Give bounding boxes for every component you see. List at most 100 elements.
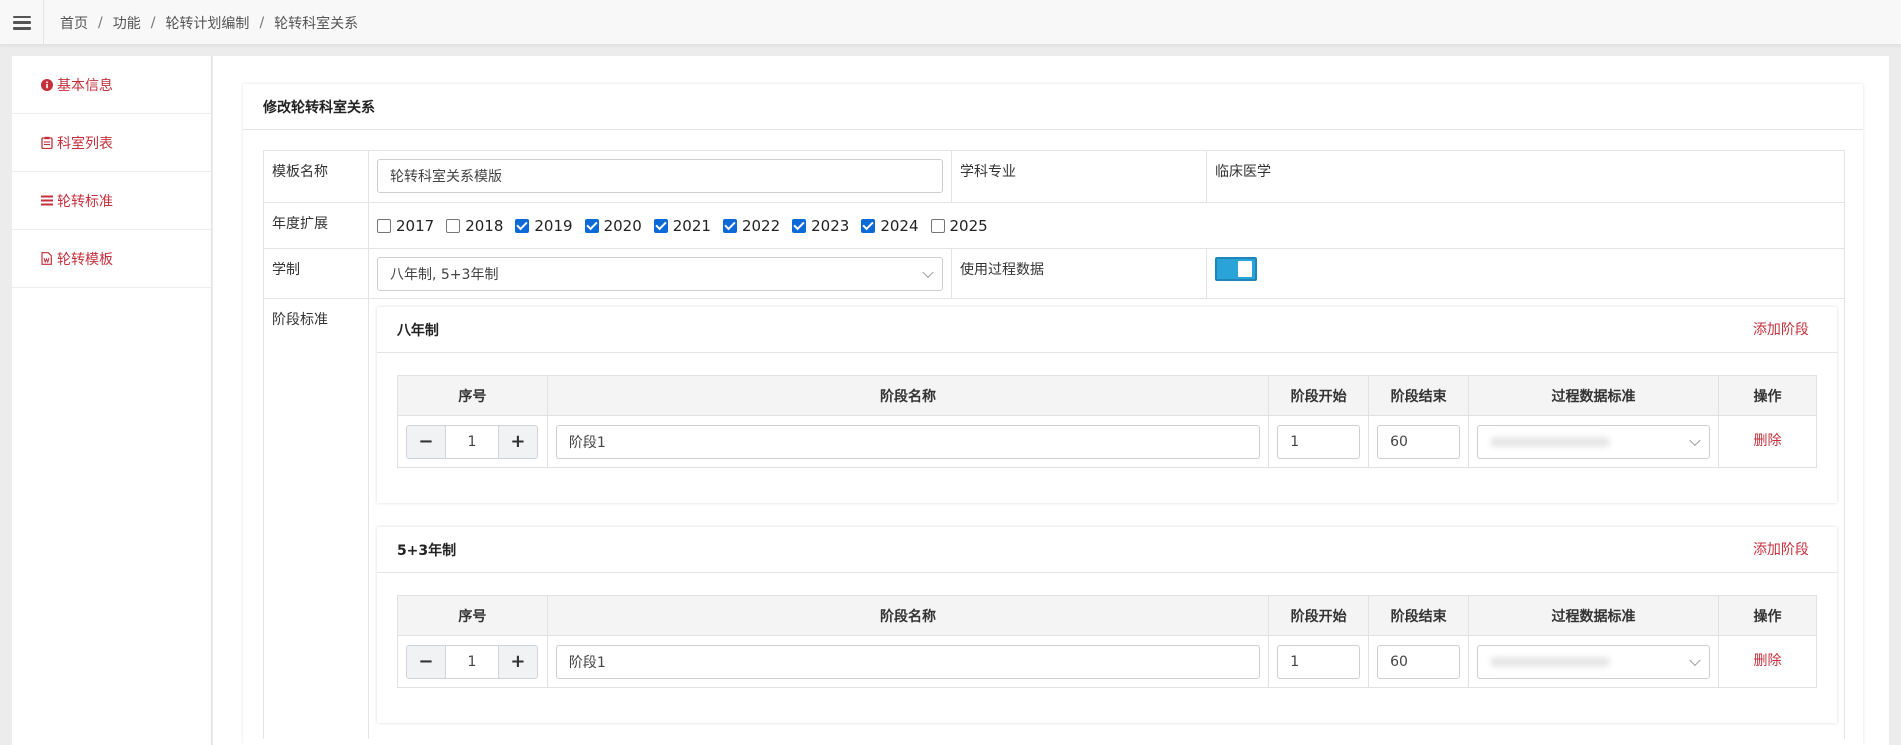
breadcrumb-home[interactable]: 首页 <box>60 13 88 33</box>
decrement-button[interactable]: − <box>405 424 446 459</box>
checkbox-checked-icon[interactable] <box>584 218 599 233</box>
main-content: 修改轮转科室关系 模板名称 轮转科室关系模版 学科专业 临床医学 年度扩展 20… <box>213 56 1889 745</box>
chevron-down-icon <box>1689 434 1701 446</box>
info-icon <box>40 78 53 91</box>
year-checkbox-2021[interactable]: 2021 <box>653 216 711 235</box>
year-checkbox-label: 2022 <box>741 216 781 235</box>
stage-standard-label: 阶段标准 <box>264 299 369 739</box>
stage-name-input[interactable]: 阶段1 <box>555 424 1261 459</box>
sequence-value[interactable]: 1 <box>445 424 498 459</box>
clipboard-icon <box>40 136 53 149</box>
year-checkbox-2019[interactable]: 2019 <box>515 217 573 235</box>
checkbox-unchecked-icon[interactable] <box>930 218 945 233</box>
column-header: 阶段开始 <box>1268 595 1370 636</box>
year-checkbox-2020[interactable]: 2020 <box>584 216 642 235</box>
table-row: − 1 + 阶段1 1 60 删除 <box>396 635 1817 688</box>
year-checkbox-label: 2021 <box>672 216 711 235</box>
template-name-input[interactable]: 轮转科室关系模版 <box>377 159 943 193</box>
stage-title: 八年制 <box>376 307 1837 353</box>
increment-button[interactable]: + <box>497 424 538 459</box>
year-checkbox-group: 2017 2018 2019 2020 2021 2022 2023 2024 2025 <box>377 203 1000 248</box>
breadcrumb-separator: / <box>150 14 156 31</box>
process-data-label: 使用过程数据 <box>952 249 1207 298</box>
checkbox-checked-icon[interactable] <box>722 218 737 233</box>
year-checkbox-label: 2017 <box>396 216 435 235</box>
column-header: 过程数据标准 <box>1468 375 1719 416</box>
sequence-stepper: − 1 + <box>405 424 538 459</box>
list-icon <box>40 194 53 207</box>
year-checkbox-label: 2020 <box>603 216 642 235</box>
breadcrumb-separator: / <box>98 14 103 31</box>
chevron-down-icon <box>1689 654 1701 666</box>
checkbox-checked-icon[interactable] <box>515 218 530 233</box>
breadcrumb-plan[interactable]: 轮转计划编制 <box>165 13 249 33</box>
stage-table: 序号 阶段名称 阶段开始 阶段结束 过程数据标准 操作 − 1 + 阶段1 1 … <box>396 595 1817 688</box>
template-name-label: 模板名称 <box>264 151 369 202</box>
sidebar-item-label: 轮转标准 <box>57 193 113 210</box>
column-header: 序号 <box>396 595 548 636</box>
column-header: 操作 <box>1717 375 1817 416</box>
hamburger-menu-icon[interactable] <box>0 0 44 45</box>
breadcrumb: 首页 / 功能 / 轮转计划编制 / 轮转科室关系 <box>60 0 358 45</box>
document-icon <box>40 252 53 265</box>
year-checkbox-label: 2024 <box>880 216 919 235</box>
year-checkbox-2025[interactable]: 2025 <box>930 217 988 235</box>
stage-name-input[interactable]: 阶段1 <box>555 644 1261 679</box>
blurred-value <box>1490 656 1611 667</box>
delete-button[interactable]: 删除 <box>1727 650 1808 670</box>
breadcrumb-current: 轮转科室关系 <box>274 15 359 32</box>
year-checkbox-2024[interactable]: 2024 <box>861 216 919 235</box>
school-system-label: 学制 <box>264 249 369 298</box>
edit-form: 模板名称 轮转科室关系模版 学科专业 临床医学 年度扩展 2017 2018 201… <box>263 150 1845 739</box>
school-system-value: 八年制, 5+3年制 <box>390 267 499 283</box>
stage-start-input[interactable]: 1 <box>1277 424 1361 459</box>
checkbox-unchecked-icon[interactable] <box>377 218 391 233</box>
breadcrumb-function[interactable]: 功能 <box>113 13 141 33</box>
sidebar-item-label: 轮转模板 <box>57 251 113 268</box>
checkbox-checked-icon[interactable] <box>861 218 876 233</box>
sidebar-item-label: 基本信息 <box>57 77 113 94</box>
delete-button[interactable]: 删除 <box>1727 430 1808 450</box>
add-stage-button[interactable]: 添加阶段 <box>1753 539 1809 559</box>
process-standard-select[interactable] <box>1477 424 1710 459</box>
add-stage-button[interactable]: 添加阶段 <box>1753 319 1809 339</box>
year-extension-label: 年度扩展 <box>264 203 369 248</box>
blurred-value <box>1490 436 1611 447</box>
column-header: 过程数据标准 <box>1468 595 1719 636</box>
stage-table: 序号 阶段名称 阶段开始 阶段结束 过程数据标准 操作 − 1 + 阶段1 1 … <box>396 375 1817 468</box>
stage-end-input[interactable]: 60 <box>1377 644 1461 679</box>
table-row: − 1 + 阶段1 1 60 删除 <box>396 415 1817 468</box>
column-header: 操作 <box>1717 595 1817 636</box>
process-data-toggle[interactable] <box>1215 257 1257 281</box>
panel-title: 修改轮转科室关系 <box>243 84 1863 130</box>
checkbox-checked-icon[interactable] <box>653 218 668 233</box>
sidebar: 基本信息 科室列表 轮转标准 轮转模板 <box>12 56 212 745</box>
top-bar: 首页 / 功能 / 轮转计划编制 / 轮转科室关系 <box>0 0 1901 45</box>
year-checkbox-2017[interactable]: 2017 <box>377 217 434 235</box>
breadcrumb-separator: / <box>259 14 265 31</box>
year-checkbox-2022[interactable]: 2022 <box>722 216 781 235</box>
process-standard-select[interactable] <box>1477 644 1710 679</box>
stage-card: 5+3年制 添加阶段 序号 阶段名称 阶段开始 阶段结束 过程数据标准 操作 −… <box>376 527 1837 723</box>
stage-end-input[interactable]: 60 <box>1377 424 1461 459</box>
year-checkbox-2023[interactable]: 2023 <box>792 217 849 235</box>
column-header: 阶段结束 <box>1368 595 1470 636</box>
increment-button[interactable]: + <box>497 644 538 679</box>
sidebar-item-basic-info[interactable]: 基本信息 <box>12 56 211 114</box>
school-system-select[interactable]: 八年制, 5+3年制 <box>377 257 943 291</box>
stage-title: 5+3年制 <box>376 527 1837 573</box>
column-header: 阶段名称 <box>546 375 1270 416</box>
sidebar-item-department-list[interactable]: 科室列表 <box>12 114 211 172</box>
sidebar-item-rotation-template[interactable]: 轮转模板 <box>12 230 211 288</box>
year-checkbox-label: 2018 <box>465 216 504 235</box>
year-checkbox-2018[interactable]: 2018 <box>446 217 503 235</box>
discipline-label: 学科专业 <box>952 151 1207 202</box>
sequence-value[interactable]: 1 <box>445 644 498 679</box>
year-checkbox-label: 2023 <box>811 216 850 235</box>
column-header: 序号 <box>396 375 548 416</box>
checkbox-checked-icon[interactable] <box>792 218 807 233</box>
decrement-button[interactable]: − <box>405 644 446 679</box>
stage-start-input[interactable]: 1 <box>1277 644 1361 679</box>
checkbox-unchecked-icon[interactable] <box>446 218 461 233</box>
sidebar-item-rotation-standard[interactable]: 轮转标准 <box>12 172 211 230</box>
